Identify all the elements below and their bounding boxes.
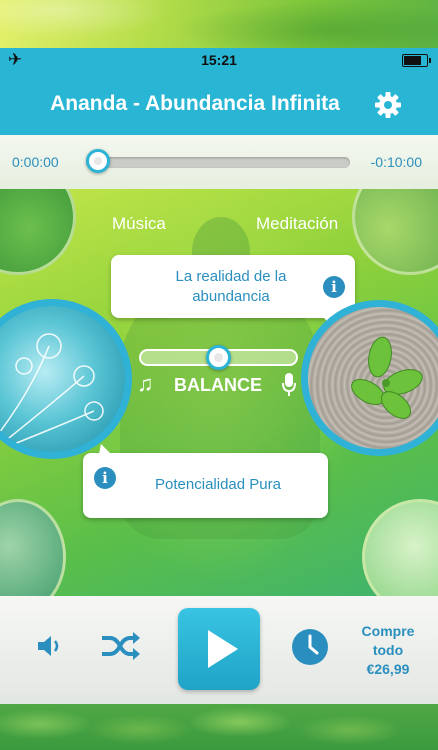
clock-icon[interactable] — [291, 628, 329, 666]
meditation-selector-sprout-image[interactable] — [301, 300, 438, 456]
dandelion-seeds-icon — [0, 333, 104, 447]
gear-icon[interactable] — [374, 91, 402, 119]
speaker-icon[interactable] — [36, 633, 64, 659]
playback-controls: Compre todo €26,99 — [0, 596, 438, 704]
info-icon[interactable]: i — [323, 276, 345, 298]
status-bar: ✈ 15:21 — [0, 48, 438, 72]
music-label: Música — [112, 214, 166, 233]
sprout-leaves-icon — [351, 336, 423, 419]
peacock-feather-image — [0, 499, 66, 596]
progress-knob[interactable] — [86, 149, 110, 173]
meditation-label: Meditación — [256, 214, 339, 233]
remaining-time: -0:10:00 — [370, 154, 422, 170]
play-button[interactable] — [178, 608, 260, 690]
music-selector-dandelion-image[interactable] — [0, 299, 132, 459]
music-track-title: La realidad de la abundancia — [175, 268, 287, 305]
buy-all-button[interactable]: Compre todo €26,99 — [352, 622, 424, 679]
buy-line-2: todo — [372, 642, 404, 658]
microphone-icon — [282, 373, 296, 396]
buy-line-1: Compre — [361, 623, 415, 639]
page-title: Ananda - Abundancia Infinita — [50, 92, 340, 115]
shuffle-icon[interactable] — [100, 630, 140, 662]
lotus-flower-image — [362, 499, 438, 596]
meditation-track-card[interactable]: i Potencialidad Pura — [83, 444, 328, 518]
balance-slider-knob[interactable] — [206, 345, 231, 370]
status-time: 15:21 — [201, 52, 237, 68]
progress-track[interactable] — [86, 157, 350, 168]
elapsed-time: 0:00:00 — [12, 154, 59, 170]
balance-label: BALANCE — [174, 375, 262, 395]
leaf-bubble-image — [0, 189, 76, 275]
music-note-icon: ♫ — [137, 371, 154, 396]
battery-icon — [402, 54, 431, 67]
top-decorative-banner — [0, 0, 438, 48]
buy-price: €26,99 — [366, 661, 410, 677]
meditation-track-title: Potencialidad Pura — [155, 476, 281, 493]
mix-panel: Música Meditación La realidad de la abun… — [0, 189, 438, 596]
music-track-card[interactable]: La realidad de la abundancia i — [111, 255, 355, 327]
info-icon[interactable]: i — [94, 467, 116, 489]
navigation-bar: Ananda - Abundancia Infinita — [0, 72, 438, 135]
playback-progress: 0:00:00 -0:10:00 — [0, 135, 438, 189]
bottom-decorative-banner — [0, 704, 438, 750]
leaf-bubble-image — [352, 189, 438, 275]
